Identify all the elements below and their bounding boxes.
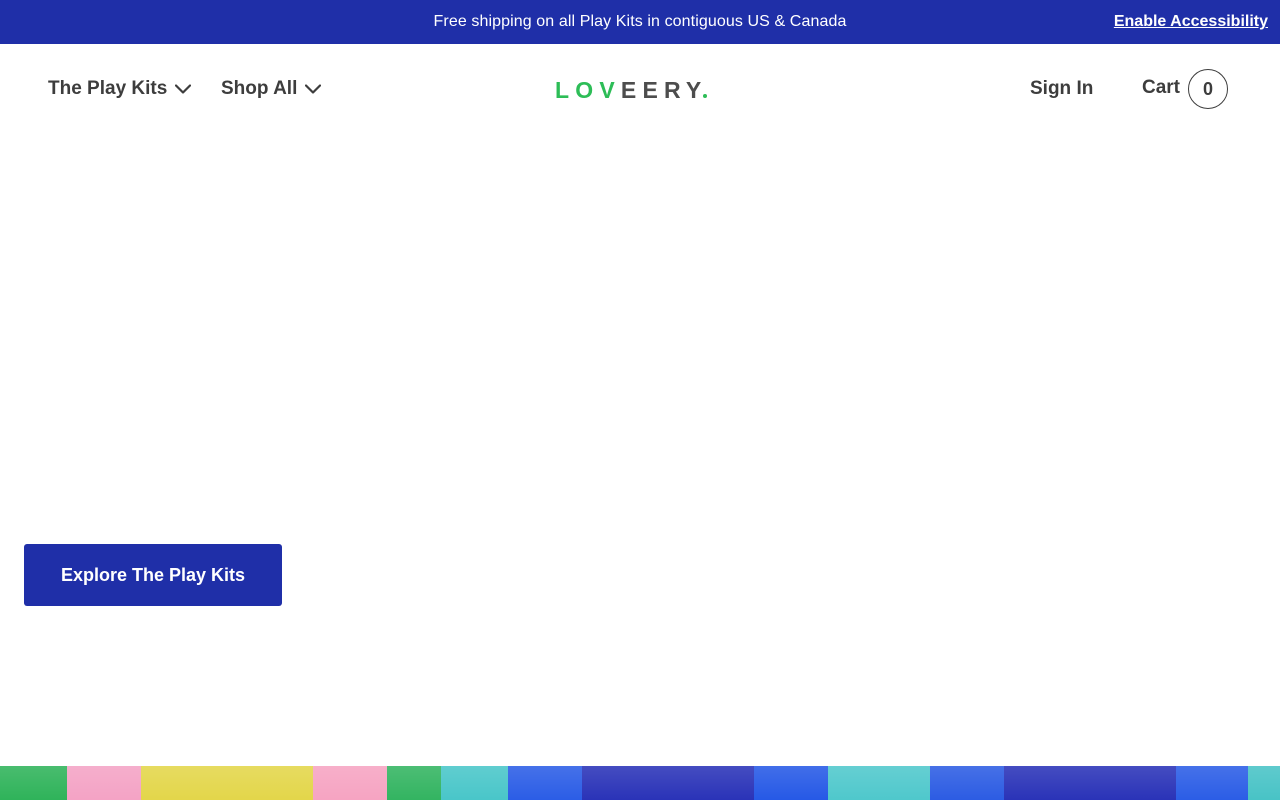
chevron-down-icon	[305, 84, 322, 94]
explore-play-kits-button[interactable]: Explore The Play Kits	[24, 544, 282, 606]
logo-part-1: LOV	[555, 76, 621, 103]
announcement-text: Free shipping on all Play Kits in contig…	[433, 13, 847, 30]
cart-label: Cart	[1142, 77, 1181, 98]
enable-accessibility-link[interactable]: Enable Accessibility	[1114, 0, 1268, 44]
logo-part-2: ERY	[642, 76, 708, 103]
lovevery-logo[interactable]: LOV E ERY	[555, 76, 708, 103]
sign-in-link[interactable]: Sign In	[1030, 74, 1093, 104]
decorative-color-strip	[0, 766, 1280, 800]
site-header: The Play Kits Shop All LOV E ERY Sign In C…	[0, 44, 1280, 132]
cart-button[interactable]: Cart 0	[1142, 68, 1229, 110]
nav-play-kits-label: The Play Kits	[48, 78, 168, 99]
nav-shop-all-label: Shop All	[221, 78, 298, 99]
nav-shop-all[interactable]: Shop All	[221, 74, 322, 104]
nav-play-kits[interactable]: The Play Kits	[48, 74, 192, 104]
cart-count-badge: 0	[1188, 69, 1229, 109]
chevron-down-icon	[175, 84, 192, 94]
logo-part-middle: E	[620, 76, 643, 103]
painted-blocks-graphic	[0, 766, 1280, 800]
announcement-bar: Free shipping on all Play Kits in contig…	[0, 0, 1280, 44]
